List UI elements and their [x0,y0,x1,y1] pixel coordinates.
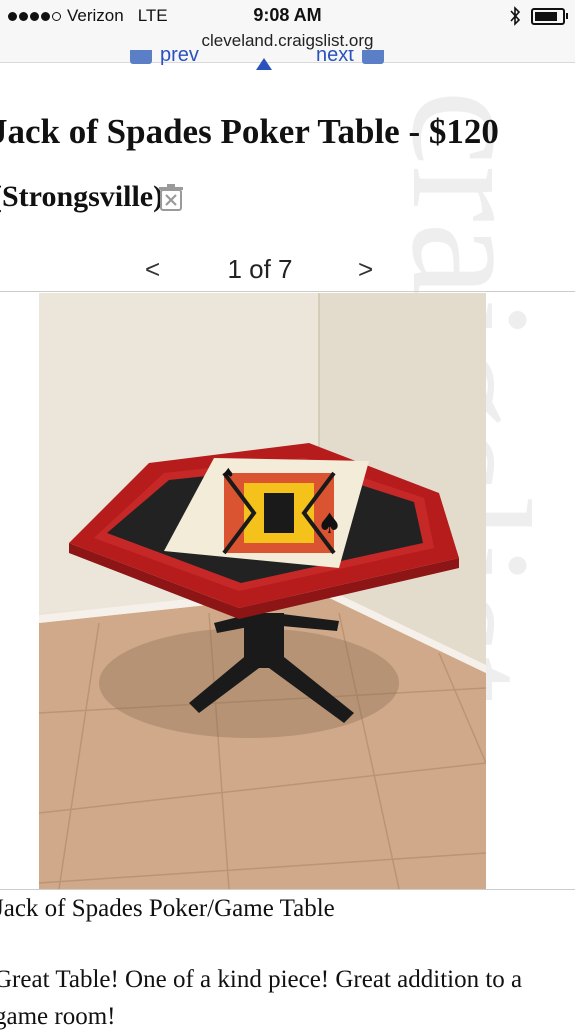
hide-posting-trash-icon[interactable] [158,184,184,212]
prev-arrow-icon [130,50,152,64]
posting-title: Jack of Spades Poker Table - $120 [0,112,499,151]
svg-text:♠: ♠ [222,466,235,482]
prev-link[interactable]: prev [130,50,199,67]
posting-body-heading: Jack of Spades Poker/Game Table [0,895,335,922]
listing-nav: prev next [0,50,575,72]
image-counter: 1 of 7 [227,254,293,284]
divider-top [0,291,575,292]
posting-body-line: Great Table! One of a kind piece! Great … [0,966,523,993]
next-image-button[interactable]: > [358,254,373,285]
listing-photo[interactable]: ♠ ♠ [39,293,486,889]
up-arrow-icon[interactable] [256,58,272,70]
battery-icon [531,7,568,25]
clock: 9:08 AM [253,5,322,25]
divider-bottom [0,889,575,890]
bluetooth-icon [510,6,521,26]
address-bar-url[interactable]: cleveland.craigslist.org [0,31,575,51]
next-link[interactable]: next [316,50,384,67]
svg-text:♠: ♠ [317,507,342,540]
image-pager: < 1 of 7 > [0,254,575,284]
posting-body-line: game room! [0,1003,116,1030]
posting-location: (Strongsville) [0,180,164,213]
next-arrow-icon [361,50,384,64]
